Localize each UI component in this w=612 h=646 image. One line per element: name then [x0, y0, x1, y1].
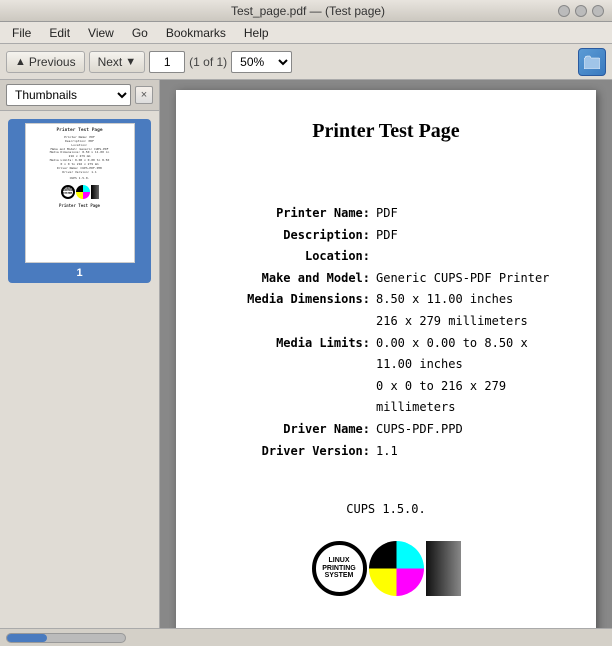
- previous-button[interactable]: ▲ Previous: [6, 51, 85, 73]
- thumbnail-image: Printer Test Page Printer Name: PDF Desc…: [25, 123, 135, 263]
- pdf-value-media-dim: 8.50 x 11.00 inches: [376, 289, 513, 311]
- logo-text: LINUXPRINTINGSYSTEM: [322, 557, 355, 580]
- sidebar: Thumbnails Bookmarks × Printer Test Page…: [0, 80, 160, 628]
- window-title: Test_page.pdf — (Test page): [58, 4, 558, 18]
- page-count: (1 of 1): [189, 55, 227, 69]
- close-button[interactable]: [592, 5, 604, 17]
- logo-area: LINUXPRINTINGSYSTEM: [312, 541, 461, 596]
- pdf-value-driver-name: CUPS-PDF.PPD: [376, 419, 463, 441]
- pdf-label-driver-version: Driver Version:: [216, 441, 376, 463]
- next-button[interactable]: Next ▼: [89, 51, 146, 73]
- cups-version: CUPS 1.5.0.: [346, 502, 425, 516]
- pdf-label-description: Description:: [216, 225, 376, 247]
- main-area: Thumbnails Bookmarks × Printer Test Page…: [0, 80, 612, 628]
- pdf-value-media-limits-mm: 0 x 0 to 216 x 279 millimeters: [376, 376, 556, 419]
- thumbnail-area: Printer Test Page Printer Name: PDF Desc…: [0, 111, 159, 628]
- title-bar: Test_page.pdf — (Test page): [0, 0, 612, 22]
- zoom-select[interactable]: 50% 75% 100% 125% 150% 200%: [231, 51, 292, 73]
- maximize-button[interactable]: [575, 5, 587, 17]
- pdf-value-make-model: Generic CUPS-PDF Printer: [376, 268, 549, 290]
- sidebar-close-button[interactable]: ×: [135, 86, 153, 104]
- pdf-value-driver-version: 1.1: [376, 441, 398, 463]
- arrow-left-icon: ▲: [15, 56, 26, 68]
- color-wheel-icon: [369, 541, 424, 596]
- menu-help[interactable]: Help: [236, 24, 277, 42]
- sidebar-header: Thumbnails Bookmarks ×: [0, 80, 159, 111]
- pdf-label-make-model: Make and Model:: [216, 268, 376, 290]
- pdf-main-title: Printer Test Page: [312, 120, 459, 143]
- scrollbar-thumb[interactable]: [7, 634, 47, 642]
- pdf-value-media-limits: 0.00 x 0.00 to 8.50 x 11.00 inches: [376, 333, 556, 376]
- menu-file[interactable]: File: [4, 24, 39, 42]
- arrow-right-icon: ▼: [125, 56, 136, 68]
- pdf-label-printer-name: Printer Name:: [216, 203, 376, 225]
- menu-go[interactable]: Go: [124, 24, 156, 42]
- black-gradient-bar: [426, 541, 461, 596]
- horizontal-scrollbar[interactable]: [6, 633, 126, 643]
- menu-bar: File Edit View Go Bookmarks Help: [0, 22, 612, 44]
- close-icon: ×: [141, 89, 147, 101]
- thumbnail-item-1[interactable]: Printer Test Page Printer Name: PDF Desc…: [8, 119, 151, 283]
- status-bar: [0, 628, 612, 646]
- window-controls[interactable]: [558, 5, 604, 17]
- sidebar-view-select[interactable]: Thumbnails Bookmarks: [6, 84, 131, 106]
- pdf-label-media-limits: Media Limits:: [216, 333, 376, 376]
- linux-printing-logo: LINUXPRINTINGSYSTEM: [312, 541, 367, 596]
- pdf-value-media-dim-mm: 216 x 279 millimeters: [376, 311, 528, 333]
- toolbar: ▲ Previous Next ▼ (1 of 1) 50% 75% 100% …: [0, 44, 612, 80]
- pdf-label-location: Location:: [216, 246, 376, 268]
- pdf-value-printer-name: PDF: [376, 203, 398, 225]
- page-input[interactable]: [149, 51, 185, 73]
- pdf-label-driver-name: Driver Name:: [216, 419, 376, 441]
- pdf-page: Printer Test Page Printer Name: PDF Desc…: [176, 90, 596, 628]
- pdf-info-table: Printer Name: PDF Description: PDF Locat…: [216, 203, 556, 462]
- pdf-label-media-dim: Media Dimensions:: [216, 289, 376, 311]
- thumbnail-label: 1: [76, 267, 82, 279]
- pdf-viewer[interactable]: Printer Test Page Printer Name: PDF Desc…: [160, 80, 612, 628]
- pdf-label-media-limits-mm: [216, 376, 376, 419]
- menu-bookmarks[interactable]: Bookmarks: [158, 24, 234, 42]
- previous-label: Previous: [29, 55, 76, 69]
- pdf-value-description: PDF: [376, 225, 398, 247]
- menu-edit[interactable]: Edit: [41, 24, 78, 42]
- sidebar-toggle-button[interactable]: [578, 48, 606, 76]
- pdf-label-media-dim-mm: [216, 311, 376, 333]
- next-label: Next: [98, 55, 123, 69]
- menu-view[interactable]: View: [80, 24, 122, 42]
- minimize-button[interactable]: [558, 5, 570, 17]
